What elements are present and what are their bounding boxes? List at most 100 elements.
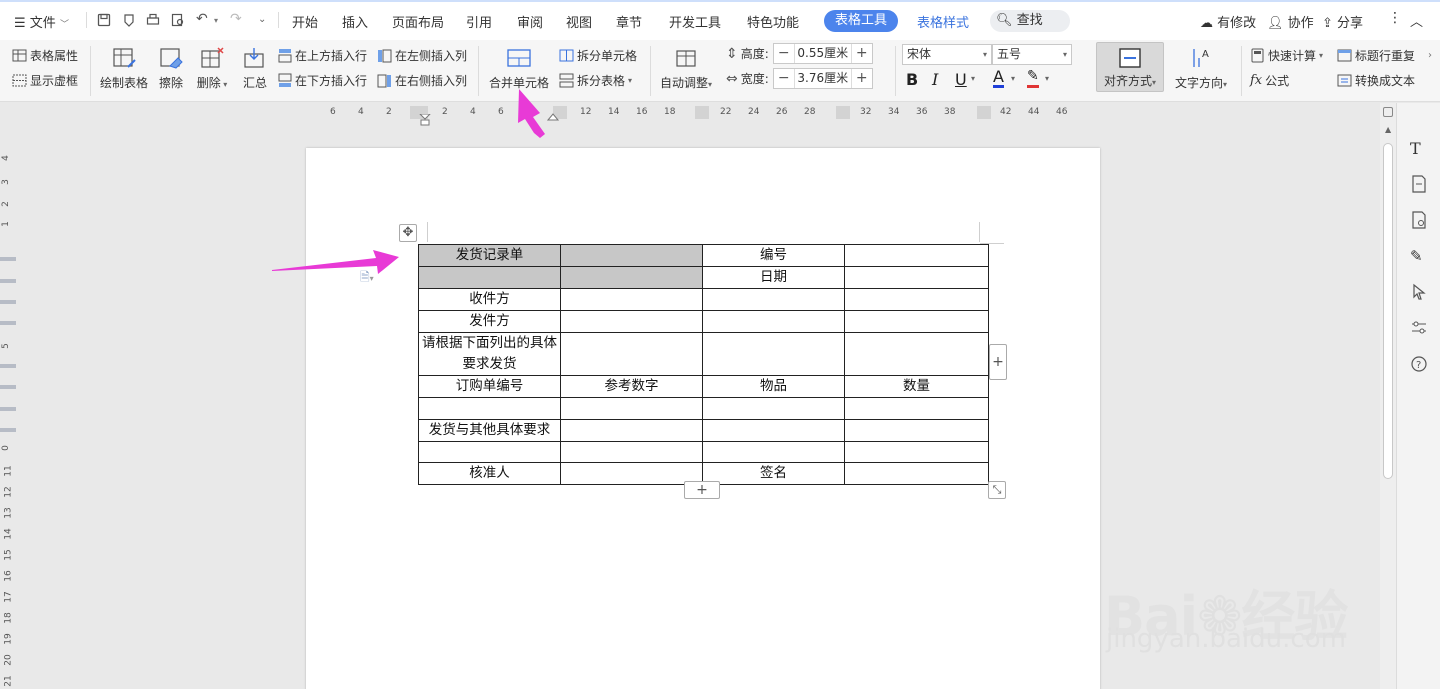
table-properties-button[interactable]: 表格属性 (12, 47, 78, 64)
table-cell[interactable] (560, 418, 703, 442)
table-cell[interactable] (560, 310, 703, 333)
table-cell[interactable]: 参考数字 (560, 375, 703, 398)
tab-chapter[interactable]: 章节 (616, 12, 642, 31)
share-button[interactable]: ⇪ 分享 (1322, 12, 1363, 31)
table-cell[interactable] (560, 288, 703, 311)
tab-developer[interactable]: 开发工具 (669, 12, 721, 31)
table-cell[interactable] (844, 397, 989, 420)
table-cell[interactable]: 订购单编号 (418, 375, 561, 398)
indent-marker-icon[interactable] (418, 114, 432, 126)
table-cell[interactable]: 收件方 (418, 288, 561, 311)
add-row-button[interactable]: + (684, 481, 720, 499)
table-cell[interactable] (560, 332, 703, 376)
scrollbar-thumb[interactable] (1383, 143, 1393, 479)
highlight-dropdown-icon[interactable]: ▾ (1045, 74, 1049, 83)
width-increase-button[interactable]: + (852, 69, 872, 88)
table-cell[interactable] (560, 244, 703, 267)
save-icon[interactable] (97, 13, 111, 27)
customize-toolbar-icon[interactable]: ⌄ (258, 14, 266, 25)
table-cell[interactable]: 发件方 (418, 310, 561, 333)
table-cell[interactable] (418, 266, 561, 289)
vertical-ruler[interactable]: 4 3 2 1 5 0 11 12 13 14 15 16 17 18 19 2… (0, 121, 16, 689)
summary-button[interactable]: 汇总 (240, 46, 270, 91)
table-cell[interactable] (844, 462, 989, 485)
merge-cells-button[interactable]: 合并单元格 (486, 46, 552, 91)
horizontal-ruler[interactable]: 6 4 2 2 4 6 12 14 16 18 22 24 26 28 32 3… (0, 103, 1380, 121)
bold-button[interactable]: B (906, 70, 918, 89)
tab-view[interactable]: 视图 (566, 12, 592, 31)
document-settings-icon[interactable] (1410, 211, 1428, 229)
scroll-top-icon[interactable] (1383, 107, 1393, 117)
table-cell[interactable] (844, 244, 989, 267)
ruler-row-marker[interactable] (0, 279, 16, 283)
table-cell[interactable] (560, 440, 703, 463)
ruler-row-marker[interactable] (0, 385, 16, 389)
table-cell[interactable] (844, 440, 989, 463)
table-cell[interactable] (560, 462, 703, 485)
ruler-column-marker[interactable] (836, 106, 850, 119)
table-cell[interactable]: 日期 (702, 266, 845, 289)
show-grid-button[interactable]: 显示虚框 (12, 72, 78, 89)
ruler-row-marker[interactable] (0, 428, 16, 432)
delete-button[interactable]: 删除 ▾ (194, 46, 230, 91)
table-cell[interactable]: 物品 (702, 375, 845, 398)
font-name-select[interactable]: 宋体 ▾ (902, 44, 992, 65)
table-cell[interactable] (560, 266, 703, 289)
font-color-button[interactable]: A (993, 69, 1004, 88)
table-cell[interactable] (844, 288, 989, 311)
tab-review[interactable]: 审阅 (517, 12, 543, 31)
table-cell[interactable] (702, 440, 845, 463)
table-cell[interactable] (702, 397, 845, 420)
ruler-row-marker[interactable] (0, 257, 16, 261)
shipping-record-table[interactable]: 发货记录单 编号 日期 收件方 发件方 请根据下面列出的具体要求发货 订购单编号… (418, 244, 989, 485)
ruler-row-marker[interactable] (0, 321, 16, 325)
underline-dropdown-icon[interactable]: ▾ (971, 74, 975, 83)
sliders-icon[interactable] (1410, 319, 1428, 337)
table-cell[interactable] (844, 310, 989, 333)
table-cell[interactable]: 编号 (702, 244, 845, 267)
tab-table-style[interactable]: 表格样式 (917, 12, 969, 31)
table-cell[interactable] (702, 418, 845, 442)
table-cell[interactable] (418, 397, 561, 420)
cursor-icon[interactable] (1410, 283, 1428, 301)
table-cell[interactable] (418, 440, 561, 463)
ruler-row-marker[interactable] (0, 364, 16, 368)
row-height-stepper[interactable]: ⇕ 高度: − 0.55厘米 + (726, 43, 873, 64)
tab-table-tools[interactable]: 表格工具 (824, 10, 898, 32)
width-decrease-button[interactable]: − (774, 69, 794, 88)
tab-special[interactable]: 特色功能 (747, 12, 799, 31)
table-cell[interactable]: 请根据下面列出的具体要求发货 (418, 332, 561, 376)
table-cell[interactable]: 发货与其他具体要求 (418, 418, 561, 442)
italic-button[interactable]: I (932, 70, 938, 89)
height-value[interactable]: 0.55厘米 (793, 44, 852, 63)
text-direction-button[interactable]: A 文字方向▾ (1172, 46, 1230, 91)
ruler-column-marker[interactable] (695, 106, 709, 119)
insert-col-right-button[interactable]: 在右侧插入列 (377, 72, 467, 89)
more-icon[interactable]: ⋮ (1388, 10, 1402, 26)
document-icon[interactable] (1410, 175, 1428, 193)
vertical-scrollbar[interactable]: ▲ (1380, 103, 1396, 689)
table-cell[interactable] (702, 332, 845, 376)
erase-button[interactable]: 擦除 (156, 46, 186, 91)
table-cell[interactable]: 数量 (844, 375, 989, 398)
print-preview-icon[interactable] (171, 13, 185, 27)
table-cell[interactable] (844, 266, 989, 289)
file-menu[interactable]: ☰ 文件 ﹀ (14, 12, 69, 31)
ruler-column-marker[interactable] (977, 106, 991, 119)
redo-icon[interactable]: ↷ (230, 11, 242, 27)
height-decrease-button[interactable]: − (774, 44, 794, 63)
ribbon-scroll-icon[interactable]: › (1428, 50, 1432, 61)
table-cell[interactable] (702, 288, 845, 311)
width-value[interactable]: 3.76厘米 (793, 69, 852, 88)
table-cell[interactable] (560, 397, 703, 420)
export-icon[interactable] (122, 13, 136, 27)
tab-stop-icon[interactable] (547, 113, 559, 121)
search-button[interactable]: 🔍︎ 查找 (990, 10, 1070, 32)
quick-calc-button[interactable]: 快速计算 ▾ (1250, 47, 1323, 64)
tab-home[interactable]: 开始 (292, 12, 318, 31)
tab-page-layout[interactable]: 页面布局 (392, 12, 444, 31)
cloud-status[interactable]: ☁ 有修改 (1200, 12, 1256, 31)
insert-row-below-button[interactable]: 在下方插入行 (277, 72, 367, 89)
tab-insert[interactable]: 插入 (342, 12, 368, 31)
auto-adjust-button[interactable]: 自动调整▾ (656, 46, 716, 91)
